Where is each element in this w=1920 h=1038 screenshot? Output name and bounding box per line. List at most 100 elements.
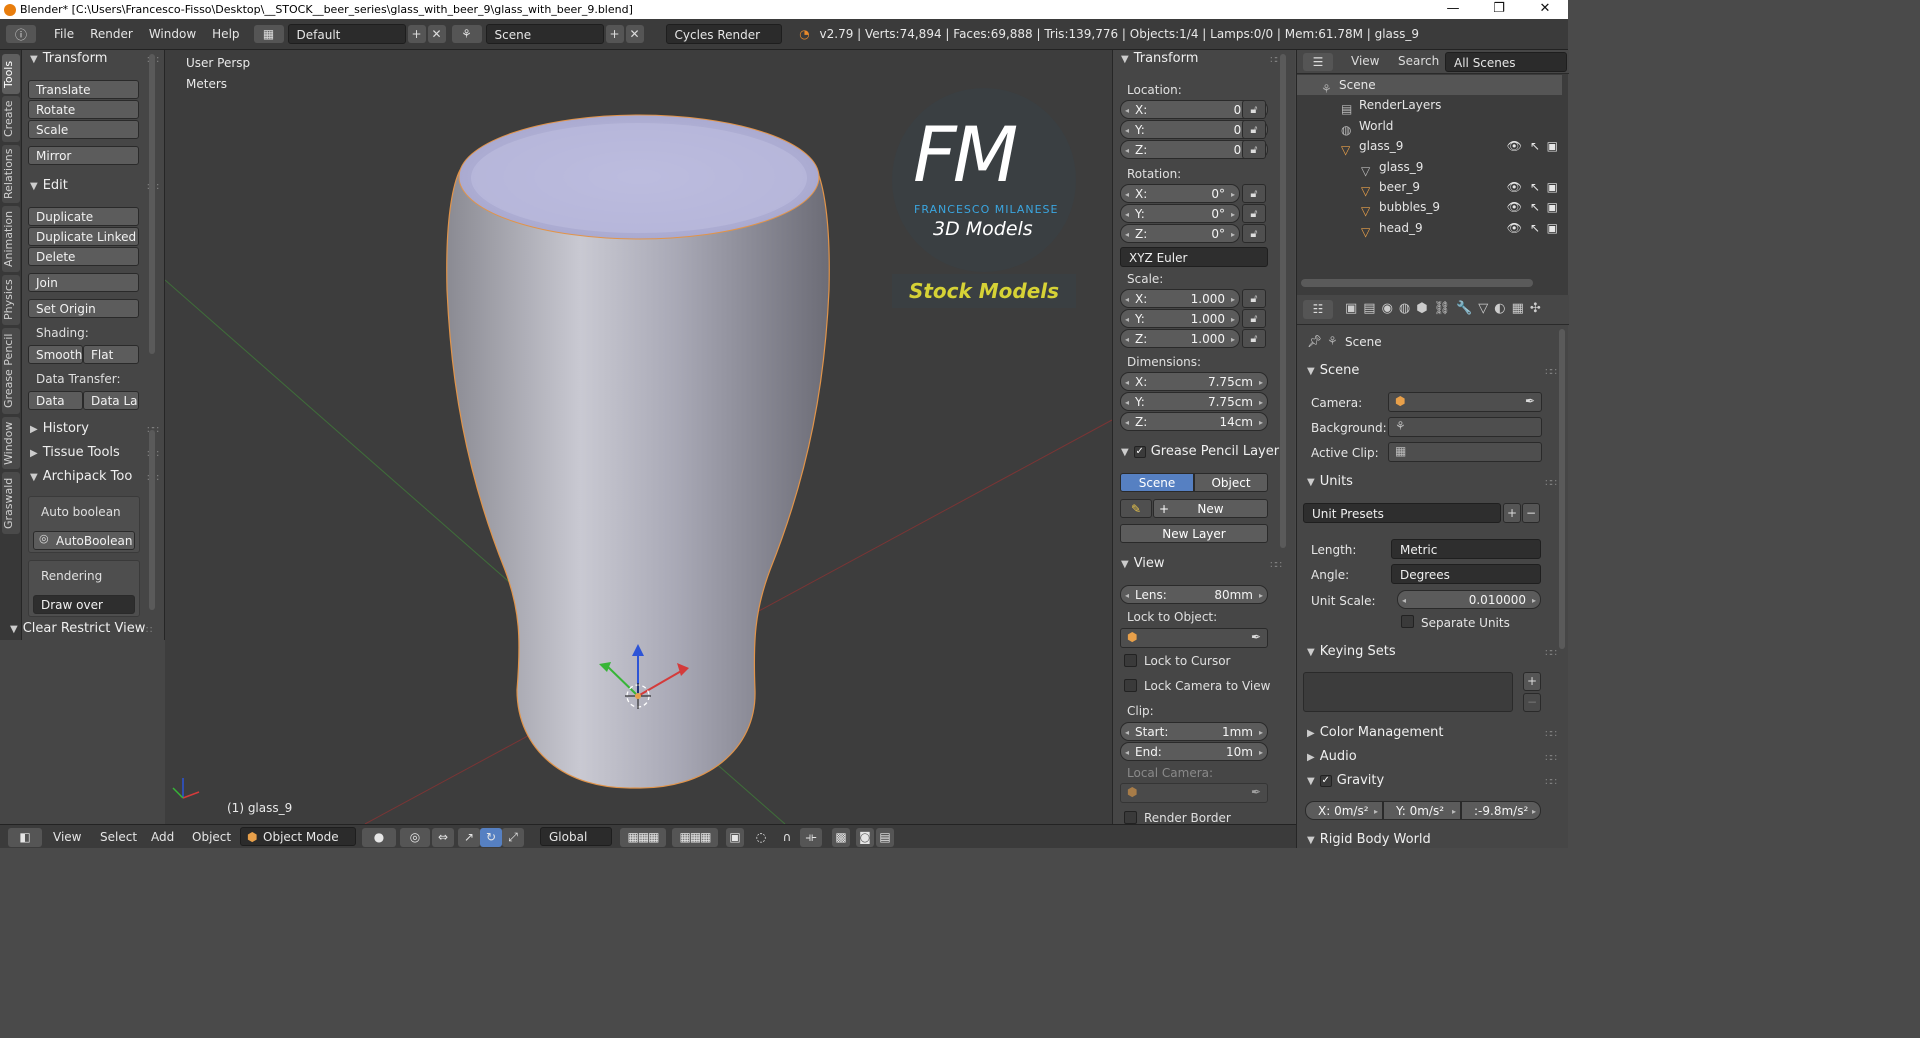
cursor-icon[interactable]: ↖ [1530,218,1540,238]
grip-icon[interactable]: ∷∷ [1545,648,1557,659]
eyedropper-icon[interactable]: ✒ [1525,394,1535,408]
clip-end-field[interactable]: ◂ End: 10m ▸ [1120,742,1268,761]
lock-icon[interactable]: 🔓︎ [1242,184,1266,203]
duplicate-linked-button[interactable]: Duplicate Linked [28,227,139,246]
rotate-manipulator-icon[interactable]: ↻ [480,828,502,847]
screen-layout-icon[interactable]: ▦ [253,25,284,43]
outliner-row-scene[interactable]: ⚘ Scene [1297,75,1562,96]
gravity-header[interactable]: ▼ ✓ Gravity [1307,773,1384,788]
eye-icon[interactable]: 👁︎ [1507,218,1522,238]
outliner-row-world[interactable]: ◍ World [1297,116,1562,137]
snap-target-icon[interactable]: ⟛ [800,828,822,847]
new-layer-button[interactable]: New Layer [1120,524,1268,543]
audio-header[interactable]: ▶ Audio [1307,749,1357,764]
add-preset-icon[interactable]: + [1503,503,1521,523]
clear-restrict-header[interactable]: ▼ Clear Restrict View [10,621,145,636]
npanel-scrollbar[interactable] [1280,54,1286,548]
smooth-button[interactable]: Smooth [28,345,83,364]
outliner-row-beer9[interactable]: ▽ beer_9 👁︎ ↖ ▣ [1297,177,1562,198]
info-editor-icon[interactable]: ⓘ [6,25,36,43]
lock-icon[interactable]: 🔓︎ [1242,204,1266,223]
gp-object-toggle[interactable]: Object [1194,473,1268,492]
delete-layout-icon[interactable]: ✕ [427,25,446,43]
grip-icon[interactable]: ∷∷ [1545,367,1557,378]
eyedropper-icon[interactable]: ✒ [1251,630,1261,644]
translate-button[interactable]: Translate [28,80,139,99]
maximize-button[interactable]: ❐ [1476,0,1522,19]
set-origin-select[interactable]: Set Origin [28,299,139,318]
editor-type-icon[interactable]: ◧ [8,828,42,847]
tab-animation[interactable]: Animation [2,206,20,272]
tab-window[interactable]: Window [2,417,20,469]
lock-icon[interactable]: 🔓︎ [1242,224,1266,243]
lock-camera-checkbox[interactable] [1124,679,1137,692]
scale-x-field[interactable]: ◂ X: 1.000 ▸ [1120,289,1240,308]
tab-grease-pencil[interactable]: Grease Pencil [2,328,20,414]
props-context-tabs[interactable]: ▣▤◉◍⬢⛓🔧▽◐▦✣ [1345,301,1547,316]
render-icon[interactable]: ▣ [1547,197,1558,217]
props-editor-icon[interactable]: ☷ [1303,300,1333,319]
rotate-button[interactable]: Rotate [28,100,139,119]
camera-render-icon[interactable]: ◙ [856,828,874,847]
toolshelf-scrollbar-lower[interactable] [149,430,155,610]
render-border-checkbox[interactable] [1124,811,1137,824]
active-clip-field[interactable]: ▦ [1388,442,1542,462]
gravity-y-field[interactable]: Y: 0m/s² ▸ [1383,801,1461,820]
scale-manipulator-icon[interactable]: ⤢ [502,828,524,847]
scale-y-field[interactable]: ◂ Y: 1.000 ▸ [1120,309,1240,328]
render-icon[interactable]: ▣ [1547,177,1558,197]
add-keying-set-icon[interactable]: + [1523,672,1541,691]
gp-scene-toggle[interactable]: Scene [1120,473,1194,492]
rigid-body-header[interactable]: ▼ Rigid Body World [1307,832,1431,847]
close-button[interactable]: ✕ [1522,0,1568,19]
flat-button[interactable]: Flat [83,345,139,364]
dimension-y-field[interactable]: ◂ Y: 7.75cm ▸ [1120,392,1268,411]
length-select[interactable]: Metric [1391,539,1541,559]
remove-keying-set-icon[interactable]: − [1523,693,1541,712]
lock-cursor-checkbox[interactable] [1124,654,1137,667]
props-scrollbar[interactable] [1559,329,1565,649]
cursor-icon[interactable]: ↖ [1530,177,1540,197]
grip-icon[interactable]: ∷∷ [1545,478,1557,489]
outliner-row-glass9-mesh[interactable]: ▽ glass_9 [1297,157,1562,178]
pivot-point-icon[interactable]: ◎ [400,828,430,847]
units-panel-header[interactable]: ▼ Units [1307,474,1353,489]
lock-object-field[interactable]: ⬢ ✒ [1120,628,1268,648]
3d-viewport[interactable]: User Persp Meters (1) glass_9 FM FRANCES… [165,50,1112,824]
menu-window[interactable]: Window [141,24,204,45]
grease-pencil-layer-header[interactable]: ▼ ✓ Grease Pencil Layer [1121,444,1279,459]
delete-button[interactable]: Delete [28,247,139,266]
grip-icon[interactable]: ∷∷ [1545,753,1557,764]
lock-icon[interactable]: 🔓︎ [1242,140,1266,159]
outliner-view-menu[interactable]: View [1351,54,1379,68]
lock-layers-icon[interactable]: ▣ [726,828,744,847]
grip-icon[interactable]: ∷∷ [1545,777,1557,788]
outliner-row-glass9-object[interactable]: ▽ glass_9 👁︎ ↖ ▣ [1297,136,1562,157]
animation-render-icon[interactable]: ▤ [876,828,894,847]
unit-scale-field[interactable]: ◂ 0.010000 ▸ [1397,590,1541,609]
magnet-icon[interactable]: ∩ [778,828,796,847]
draw-over-select[interactable]: Draw over [33,595,135,614]
tab-create[interactable]: Create [2,96,20,142]
toolshelf-scrollbar[interactable] [149,54,155,354]
cursor-icon[interactable]: ↖ [1530,197,1540,217]
join-button[interactable]: Join [28,273,139,292]
minimize-button[interactable]: — [1430,0,1476,19]
lock-icon[interactable]: 🔓︎ [1242,120,1266,139]
duplicate-button[interactable]: Duplicate [28,207,139,226]
gravity-z-field[interactable]: :-9.8m/s² ▸ [1461,801,1541,820]
menu-file[interactable]: File [46,24,82,45]
scale-z-field[interactable]: ◂ Z: 1.000 ▸ [1120,329,1240,348]
scene-field[interactable]: Scene [485,24,604,44]
tab-physics[interactable]: Physics [2,275,20,325]
render-engine-select[interactable]: Cycles Render [665,24,782,44]
render-preview-icon[interactable]: ▩ [832,828,850,847]
menu-select[interactable]: Select [100,828,137,847]
render-icon[interactable]: ▣ [1547,136,1558,156]
unit-presets-select[interactable]: Unit Presets [1303,503,1501,523]
outliner-row-renderlayers[interactable]: ▤ RenderLayers [1297,95,1562,116]
menu-object[interactable]: Object [192,828,231,847]
render-icon[interactable]: ▣ [1547,218,1558,238]
lock-icon[interactable]: 🔓︎ [1242,100,1266,119]
menu-help[interactable]: Help [204,24,247,45]
